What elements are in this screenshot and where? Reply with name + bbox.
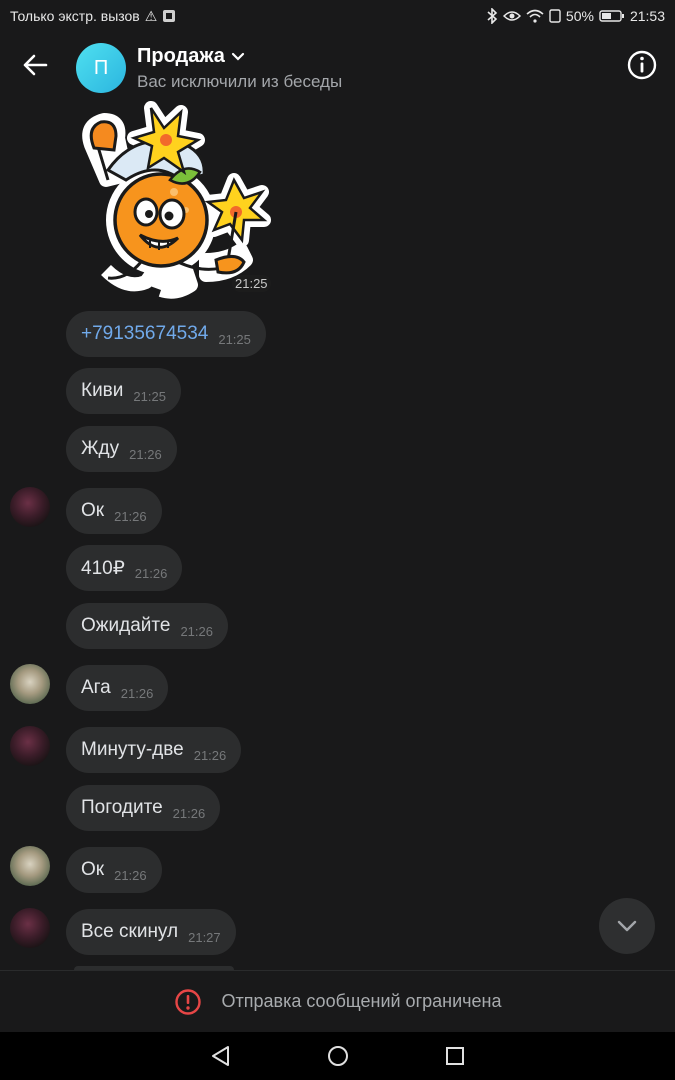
sender-avatar[interactable] — [10, 726, 50, 766]
message-bubble[interactable]: Ожидайте 21:26 — [66, 603, 228, 649]
message-time: 21:26 — [180, 623, 213, 639]
message-text: Погодите — [81, 797, 163, 818]
chevron-down-icon — [231, 52, 245, 61]
home-circle-icon[interactable] — [326, 1044, 350, 1068]
wifi-icon — [526, 9, 544, 23]
recents-square-icon[interactable] — [443, 1044, 467, 1068]
avatar-letter: П — [93, 56, 109, 79]
back-button[interactable] — [18, 48, 52, 82]
message-bubble[interactable]: Ага 21:26 — [66, 665, 169, 711]
message-bubble[interactable]: +79135674534 21:25 — [66, 311, 266, 357]
arrow-left-icon — [23, 54, 48, 76]
phone-link[interactable]: +79135674534 — [81, 323, 208, 345]
clock: 21:53 — [629, 8, 665, 24]
restricted-text: Отправка сообщений ограничена — [221, 991, 502, 1011]
battery-percent: 50% — [565, 8, 594, 24]
message-time: 21:26 — [134, 565, 168, 581]
chat-title-text: Продажа — [137, 45, 225, 67]
message-text: Ожидайте — [81, 615, 171, 636]
message-time: 21:25 — [133, 388, 166, 404]
sender-avatar[interactable] — [10, 487, 50, 527]
alert-circle-icon — [174, 988, 201, 1015]
message-bubble[interactable]: 410₽ 21:26 — [66, 545, 183, 591]
message-bubble[interactable]: Все скинул 21:27 — [66, 909, 236, 955]
sim-icon — [163, 10, 176, 22]
scroll-to-bottom-button[interactable] — [599, 898, 655, 954]
battery-icon — [599, 10, 624, 22]
chat-avatar[interactable]: П — [76, 43, 126, 93]
message-text: Ок — [81, 500, 105, 521]
message-bubble[interactable]: Минуту-две 21:26 — [66, 727, 242, 773]
back-triangle-icon[interactable] — [208, 1044, 232, 1068]
eye-icon — [502, 11, 521, 21]
message-time: 21:26 — [172, 805, 206, 821]
sender-avatar[interactable] — [10, 846, 50, 886]
message-text: Все скинул — [81, 921, 179, 942]
message-bubble[interactable]: Киви 21:25 — [66, 368, 181, 414]
message-text: Киви — [81, 380, 124, 401]
sender-avatar[interactable] — [10, 908, 50, 948]
message-bubble[interactable]: Ок 21:26 — [66, 488, 162, 534]
message-time: 21:26 — [120, 685, 154, 701]
sim-slot-icon — [549, 9, 561, 23]
message-time: 21:26 — [193, 747, 227, 763]
bluetooth-icon — [487, 8, 498, 24]
message-text: Жду — [81, 438, 120, 459]
messaging-restricted-bar: Отправка сообщений ограничена — [0, 970, 675, 1032]
info-icon[interactable] — [626, 49, 658, 81]
message-time: 21:27 — [188, 929, 221, 945]
message-text: Минуту-две — [81, 739, 184, 760]
message-bubble[interactable]: Ок 21:26 — [66, 847, 162, 893]
chat-title[interactable]: Продажа — [137, 45, 245, 68]
message-bubble[interactable]: Погодите 21:26 — [66, 785, 221, 831]
status-bar: Только экстр. вызов ⚠ 50% 21:53 — [0, 0, 675, 32]
warning-triangle-icon: ⚠ — [144, 7, 158, 24]
chevron-down-icon — [617, 920, 637, 932]
chat-subtitle: Вас исключили из беседы — [137, 72, 343, 91]
sticker-timestamp: 21:25 — [232, 275, 271, 292]
orange-sticker-image[interactable] — [66, 100, 276, 300]
status-left: Только экстр. вызов ⚠ — [10, 8, 176, 25]
message-text: Ок — [81, 859, 105, 880]
message-bubble[interactable]: Жду 21:26 — [66, 426, 177, 472]
system-nav-bar — [0, 1032, 675, 1080]
message-time: 21:25 — [218, 331, 251, 347]
sender-avatar[interactable] — [10, 664, 50, 704]
message-time: 21:26 — [114, 508, 147, 524]
status-right: 50% 21:53 — [486, 8, 665, 24]
carrier-text: Только экстр. вызов — [10, 8, 140, 24]
chat-header: П Продажа Вас исключили из беседы — [0, 32, 675, 102]
message-time: 21:26 — [114, 867, 147, 883]
message-text: 410₽ — [81, 557, 125, 579]
message-text: Ага — [81, 677, 111, 698]
message-time: 21:26 — [129, 446, 162, 462]
